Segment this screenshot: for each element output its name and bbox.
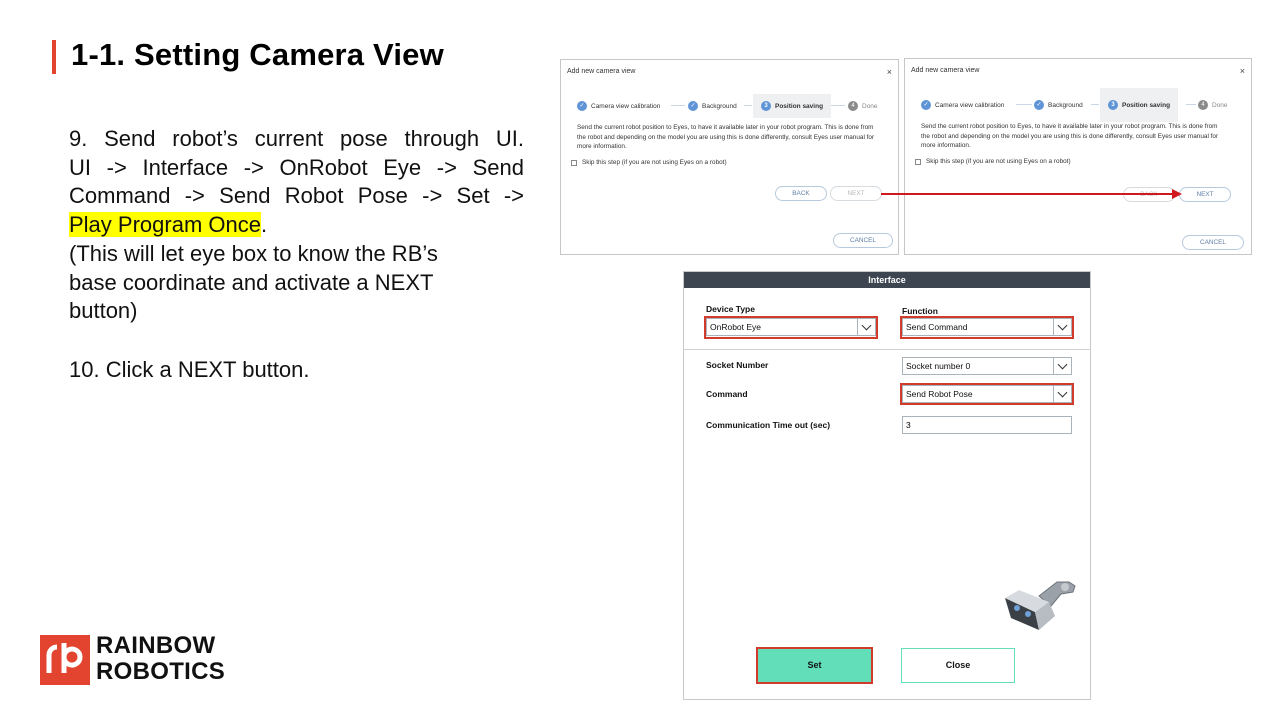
socket-number-select[interactable]: Socket number 0: [902, 357, 1072, 375]
instruction-line-5: (This will let eye box to know the RB’s: [69, 240, 438, 266]
instruction-line-4-end: .: [260, 212, 268, 238]
check-icon: ✓: [1034, 100, 1044, 110]
highlight-box-device-type: [704, 316, 878, 339]
close-icon[interactable]: ×: [1240, 66, 1245, 76]
back-button[interactable]: BACK: [775, 186, 827, 201]
dialog-message: Send the current robot position to Eyes,…: [577, 124, 875, 151]
device-type-label: Device Type: [706, 304, 755, 314]
instruction-line-3: Command -> Send Robot Pose -> Set ->: [69, 183, 524, 209]
wizard-steps: ✓ Camera view calibration ✓ Background 3 Po…: [561, 94, 898, 118]
step-background: ✓ Background: [688, 94, 737, 118]
close-button[interactable]: Close: [901, 648, 1015, 683]
next-button-enabled[interactable]: NEXT: [1179, 187, 1231, 202]
logo-text: RAINBOW ROBOTICS: [96, 633, 225, 685]
dialog-title: Add new camera view: [911, 67, 980, 74]
step-connector: [744, 105, 752, 106]
highlight-box-set: [756, 647, 873, 684]
step-connector: [831, 105, 845, 106]
arrow-head-icon: [1172, 189, 1182, 199]
slide-title: 1-1. Setting Camera View: [71, 37, 444, 72]
logo-line-2: ROBOTICS: [96, 658, 226, 685]
socket-number-label: Socket Number: [706, 360, 769, 370]
timeout-label: Communication Time out (sec): [706, 420, 831, 430]
command-label: Command: [706, 389, 748, 399]
check-icon: ✓: [688, 101, 698, 111]
instruction-line-4: Play Program Once.: [69, 211, 524, 240]
instruction-line-6: base coordinate and activate a NEXT: [69, 269, 434, 295]
close-icon[interactable]: ×: [887, 67, 892, 77]
instruction-line-1: 9. Send robot’s current pose through UI.: [69, 126, 524, 151]
onrobot-eye-device-icon: [1005, 581, 1076, 630]
skip-step-checkbox[interactable]: Skip this step (if you are not using Eye…: [571, 159, 727, 166]
next-button-disabled[interactable]: NEXT: [830, 186, 882, 201]
instruction-line-8: 10. Click a NEXT button.: [69, 356, 310, 382]
timeout-input[interactable]: 3: [902, 416, 1072, 434]
step-done: 4 Done: [1198, 93, 1228, 117]
arrow-connector: [881, 193, 1174, 195]
cancel-button[interactable]: CANCEL: [1182, 235, 1244, 250]
check-icon: ✓: [921, 100, 931, 110]
instruction-line-7: button): [69, 298, 138, 324]
interface-header: Interface: [684, 272, 1090, 288]
step-camera-view-calibration: ✓ Camera view calibration: [921, 93, 1004, 117]
check-icon: ✓: [577, 101, 587, 111]
step-position-saving: 3 Position saving: [753, 94, 832, 118]
camera-view-dialog-before: Add new camera view × ✓ Camera view calib…: [560, 59, 899, 255]
step-connector: [1016, 104, 1032, 105]
dialog-message: Send the current robot position to Eyes,…: [921, 123, 1219, 150]
dialog-title: Add new camera view: [567, 68, 636, 75]
wizard-steps: ✓ Camera view calibration ✓ Background 3 Po…: [905, 88, 1251, 122]
step-done: 4 Done: [848, 94, 878, 118]
function-label: Function: [902, 306, 938, 316]
title-accent-bar: [52, 40, 56, 74]
step-connector: [1186, 104, 1196, 105]
chevron-down-icon: [1053, 358, 1071, 374]
divider: [684, 349, 1090, 350]
highlighted-text: Play Program Once: [69, 212, 261, 238]
instruction-text: 9. Send robot’s current pose through UI.…: [69, 125, 524, 385]
step-connector: [1091, 104, 1099, 105]
rainbow-robotics-logo: RAINBOW ROBOTICS: [40, 633, 225, 687]
step-connector: [671, 105, 685, 106]
logo-line-1: RAINBOW: [96, 632, 216, 659]
rb-logo-icon: [40, 635, 90, 685]
interface-panel: Interface Device Type OnRobot Eye Functi…: [683, 271, 1091, 700]
cancel-button[interactable]: CANCEL: [833, 233, 893, 248]
camera-view-dialog-after: Add new camera view × ✓ Camera view calib…: [904, 58, 1252, 255]
highlight-box-command: [900, 383, 1074, 405]
step-background: ✓ Background: [1034, 93, 1083, 117]
step-camera-view-calibration: ✓ Camera view calibration: [577, 94, 660, 118]
highlight-box-function: [900, 316, 1074, 339]
instruction-line-2: UI -> Interface -> OnRobot Eye -> Send: [69, 154, 524, 180]
step-position-saving: 3 Position saving: [1100, 88, 1179, 122]
skip-step-checkbox[interactable]: Skip this step (if you are not using Eye…: [915, 158, 1071, 165]
